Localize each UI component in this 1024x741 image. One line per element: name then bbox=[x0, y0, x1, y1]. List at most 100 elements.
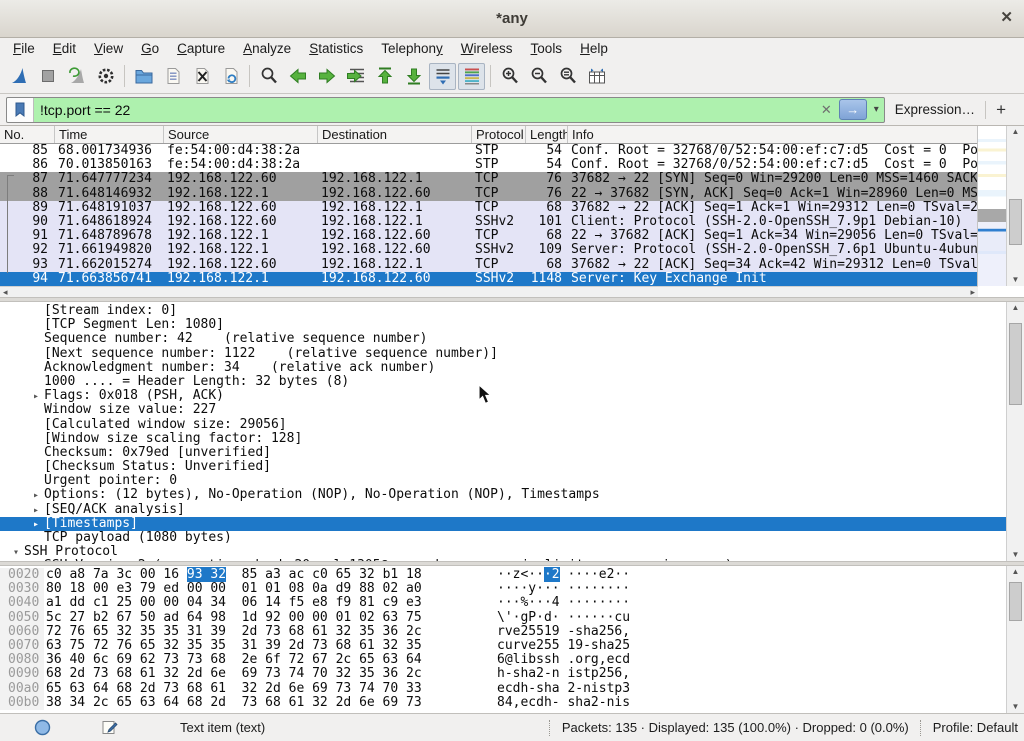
hex-row-00a0[interactable]: 00a065 63 64 68 2d 73 68 61 32 2d 6e 69 … bbox=[0, 682, 1006, 696]
scroll-up-icon[interactable]: ▲ bbox=[1012, 126, 1020, 138]
capture-options-icon[interactable] bbox=[92, 63, 119, 90]
column-header-destination[interactable]: Destination bbox=[318, 126, 472, 143]
close-file-icon[interactable] bbox=[188, 63, 215, 90]
hex-bytes[interactable]: 36 40 6c 69 62 73 73 68 2e 6f 72 67 2c 6… bbox=[44, 653, 497, 667]
hex-row-0060[interactable]: 006072 76 65 32 35 35 31 39 2d 73 68 61 … bbox=[0, 625, 1006, 639]
find-packet-icon[interactable] bbox=[255, 63, 282, 90]
zoom-in-icon[interactable] bbox=[496, 63, 523, 90]
hex-bytes[interactable]: 5c 27 b2 67 50 ad 64 98 1d 92 00 00 01 0… bbox=[44, 611, 497, 625]
packet-row-88[interactable]: 8871.648146932192.168.122.1192.168.122.6… bbox=[0, 187, 978, 201]
hex-row-00b0[interactable]: 00b038 34 2c 65 63 64 68 2d 73 68 61 32 … bbox=[0, 696, 1006, 710]
detail-line[interactable]: Window size value: 227 bbox=[0, 403, 1006, 417]
menu-help[interactable]: Help bbox=[571, 41, 617, 56]
ascii-bytes[interactable]: curve255 19-sha25 bbox=[497, 639, 1006, 653]
ascii-bytes[interactable]: \'·gP·d· ······cu bbox=[497, 611, 1006, 625]
save-file-icon[interactable] bbox=[159, 63, 186, 90]
zoom-out-icon[interactable] bbox=[525, 63, 552, 90]
hex-bytes[interactable]: c0 a8 7a 3c 00 16 93 32 85 a3 ac c0 65 3… bbox=[44, 568, 497, 582]
menu-file[interactable]: File bbox=[4, 41, 44, 56]
stop-capture-icon[interactable] bbox=[34, 63, 61, 90]
packet-row-86[interactable]: 8670.013850163fe:54:00:d4:38:2aSTP54Conf… bbox=[0, 158, 978, 172]
packet-row-85[interactable]: 8568.001734936fe:54:00:d4:38:2aSTP54Conf… bbox=[0, 144, 978, 158]
column-header-no[interactable]: No. bbox=[0, 126, 55, 143]
ascii-bytes[interactable]: rve25519 -sha256, bbox=[497, 625, 1006, 639]
tree-expander-icon[interactable]: ▸ bbox=[28, 518, 44, 532]
hex-bytes[interactable]: 68 2d 73 68 61 32 2d 6e 69 73 74 70 32 3… bbox=[44, 667, 497, 681]
tree-expander-icon[interactable]: ▸ bbox=[28, 489, 44, 503]
detail-line[interactable]: [Checksum Status: Unverified] bbox=[0, 460, 1006, 474]
menu-analyze[interactable]: Analyze bbox=[234, 41, 300, 56]
hex-bytes[interactable]: a1 dd c1 25 00 00 04 34 06 14 f5 e8 f9 8… bbox=[44, 596, 497, 610]
detail-line[interactable]: [Next sequence number: 1122 (relative se… bbox=[0, 347, 1006, 361]
start-capture-icon[interactable] bbox=[5, 63, 32, 90]
scrollbar-thumb[interactable] bbox=[1009, 199, 1022, 245]
detail-line[interactable]: ▸[SEQ/ACK analysis] bbox=[0, 503, 1006, 517]
scrollbar-track[interactable] bbox=[1007, 314, 1024, 549]
hex-bytes[interactable]: 80 18 00 e3 79 ed 00 00 01 01 08 0a d9 8… bbox=[44, 582, 497, 596]
open-file-icon[interactable] bbox=[130, 63, 157, 90]
expert-info-icon[interactable] bbox=[34, 719, 51, 736]
hex-row-0020[interactable]: 0020c0 a8 7a 3c 00 16 93 32 85 a3 ac c0 … bbox=[0, 568, 1006, 582]
detail-line[interactable]: Sequence number: 42 (relative sequence n… bbox=[0, 332, 1006, 346]
menu-statistics[interactable]: Statistics bbox=[300, 41, 372, 56]
column-header-length[interactable]: Length bbox=[526, 126, 568, 143]
ascii-bytes[interactable]: 6@libssh .org,ecd bbox=[497, 653, 1006, 667]
reload-file-icon[interactable] bbox=[217, 63, 244, 90]
ascii-bytes[interactable]: ···%···4 ········ bbox=[497, 596, 1006, 610]
ascii-bytes[interactable]: 84,ecdh- sha2-nis bbox=[497, 696, 1006, 710]
go-back-icon[interactable] bbox=[284, 63, 311, 90]
go-forward-icon[interactable] bbox=[313, 63, 340, 90]
column-header-time[interactable]: Time bbox=[55, 126, 164, 143]
detail-line[interactable]: ▸[Timestamps] bbox=[0, 517, 1006, 531]
ascii-bytes[interactable]: ecdh-sha 2-nistp3 bbox=[497, 682, 1006, 696]
scrollbar-track[interactable] bbox=[1007, 138, 1024, 274]
hex-row-0080[interactable]: 008036 40 6c 69 62 73 73 68 2e 6f 72 67 … bbox=[0, 653, 1006, 667]
packet-list-hscrollbar[interactable]: ◂ ▸ bbox=[0, 286, 978, 297]
menu-view[interactable]: View bbox=[85, 41, 132, 56]
packet-row-90[interactable]: 9071.648618924192.168.122.60192.168.122.… bbox=[0, 215, 978, 229]
detail-line[interactable]: ▾SSH Protocol bbox=[0, 545, 1006, 559]
ascii-bytes[interactable]: ····y··· ········ bbox=[497, 582, 1006, 596]
menu-edit[interactable]: Edit bbox=[44, 41, 85, 56]
detail-line[interactable]: ▸Options: (12 bytes), No-Operation (NOP)… bbox=[0, 488, 1006, 502]
tree-expander-icon[interactable]: ▾ bbox=[8, 546, 24, 560]
scroll-left-icon[interactable]: ◂ bbox=[3, 287, 8, 298]
scroll-up-icon[interactable]: ▲ bbox=[1012, 566, 1020, 578]
tree-expander-icon[interactable]: ▸ bbox=[28, 390, 44, 404]
column-header-source[interactable]: Source bbox=[164, 126, 318, 143]
scroll-right-icon[interactable]: ▸ bbox=[970, 287, 975, 298]
menu-capture[interactable]: Capture bbox=[168, 41, 234, 56]
detail-line[interactable]: ▸Flags: 0x018 (PSH, ACK) bbox=[0, 389, 1006, 403]
restart-capture-icon[interactable] bbox=[63, 63, 90, 90]
menu-wireless[interactable]: Wireless bbox=[452, 41, 522, 56]
packet-row-92[interactable]: 9271.661949820192.168.122.1192.168.122.6… bbox=[0, 243, 978, 257]
menu-tools[interactable]: Tools bbox=[522, 41, 572, 56]
hex-bytes[interactable]: 38 34 2c 65 63 64 68 2d 73 68 61 32 2d 6… bbox=[44, 696, 497, 710]
menu-go[interactable]: Go bbox=[132, 41, 168, 56]
column-header-protocol[interactable]: Protocol bbox=[472, 126, 526, 143]
hex-row-0030[interactable]: 003080 18 00 e3 79 ed 00 00 01 01 08 0a … bbox=[0, 582, 1006, 596]
go-to-packet-icon[interactable] bbox=[342, 63, 369, 90]
filter-bookmark-icon[interactable] bbox=[7, 98, 34, 122]
detail-vscrollbar[interactable]: ▲ ▼ bbox=[1006, 302, 1024, 561]
scrollbar-track[interactable] bbox=[1007, 578, 1024, 701]
window-titlebar[interactable]: *any ✕ bbox=[0, 0, 1024, 38]
scroll-down-icon[interactable]: ▼ bbox=[1012, 549, 1020, 561]
packet-row-89[interactable]: 8971.648191037192.168.122.60192.168.122.… bbox=[0, 201, 978, 215]
packet-row-91[interactable]: 9171.648789678192.168.122.1192.168.122.6… bbox=[0, 229, 978, 243]
tree-expander-icon[interactable]: ▸ bbox=[28, 504, 44, 518]
detail-line[interactable]: Acknowledgment number: 34 (relative ack … bbox=[0, 361, 1006, 375]
add-filter-button[interactable]: + bbox=[986, 100, 1018, 120]
detail-line[interactable]: [Calculated window size: 29056] bbox=[0, 418, 1006, 432]
go-to-top-icon[interactable] bbox=[371, 63, 398, 90]
window-close-button[interactable]: ✕ bbox=[1000, 8, 1013, 26]
colorize-toggle-icon[interactable] bbox=[458, 63, 485, 90]
profile-button[interactable]: Profile: Default bbox=[933, 720, 1024, 735]
detail-line[interactable]: [TCP Segment Len: 1080] bbox=[0, 318, 1006, 332]
detail-line[interactable]: 1000 .... = Header Length: 32 bytes (8) bbox=[0, 375, 1006, 389]
resize-columns-icon[interactable] bbox=[583, 63, 610, 90]
capture-comment-icon[interactable] bbox=[101, 719, 118, 736]
auto-scroll-toggle-icon[interactable] bbox=[429, 63, 456, 90]
filter-apply-icon[interactable]: → bbox=[839, 99, 867, 120]
scrollbar-thumb[interactable] bbox=[1009, 582, 1022, 621]
